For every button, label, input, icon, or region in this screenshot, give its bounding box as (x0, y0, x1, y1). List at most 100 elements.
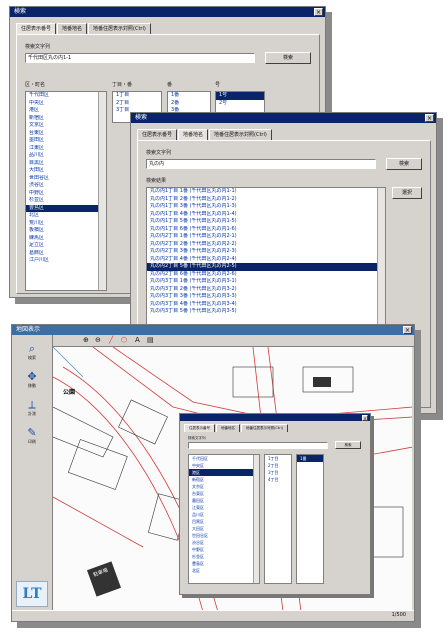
list-item[interactable]: 丸の内1丁目 1番 (千代田区丸の内1-1) (147, 188, 385, 196)
results-list[interactable]: 丸の内1丁目 1番 (千代田区丸の内1-1) 丸の内1丁目 2番 (千代田区丸の内… (146, 187, 386, 327)
list-item[interactable]: 2丁目 (265, 462, 291, 469)
list-item[interactable]: 1番 (168, 92, 210, 100)
search-button[interactable]: 検索 (265, 52, 311, 64)
search-input[interactable]: 丸の内 (146, 159, 376, 169)
zoom-in-icon[interactable]: ⊕ (83, 336, 89, 344)
list-item[interactable]: 葛飾区 (26, 250, 106, 258)
list-item[interactable]: 丸の内1丁目 2番 (千代田区丸の内1-2) (147, 196, 385, 204)
list-item[interactable]: 1丁目 (265, 455, 291, 462)
list-item[interactable]: 目黒区 (26, 160, 106, 168)
list-item[interactable]: 丸の内3丁目 4番 (千代田区丸の内3-4) (147, 301, 385, 309)
list-item[interactable]: 板橋区 (26, 227, 106, 235)
list-item[interactable]: 2丁目 (113, 100, 161, 108)
scrollbar[interactable] (98, 92, 106, 290)
list-item[interactable]: 新宿区 (189, 476, 259, 483)
tool-button[interactable]: ✎ 印刷 (18, 427, 46, 449)
ban-list[interactable]: 1番 (296, 454, 324, 584)
list-item[interactable]: 丸の内1丁目 4番 (千代田区丸の内1-4) (147, 211, 385, 219)
list-item[interactable]: 3丁目 (265, 469, 291, 476)
tab-address-number[interactable]: 住居表示番号 (137, 129, 178, 140)
scrollbar[interactable] (377, 188, 385, 326)
close-icon[interactable]: × (314, 8, 323, 16)
list-item[interactable]: 北区 (26, 212, 106, 220)
list-item[interactable]: 丸の内2丁目 6番 (千代田区丸の内2-6) (147, 271, 385, 279)
list-item[interactable]: 渋谷区 (189, 539, 259, 546)
list-item[interactable]: 2号 (216, 100, 264, 108)
list-item[interactable]: 4丁目 (265, 476, 291, 483)
text-tool-icon[interactable]: A (135, 336, 140, 344)
tab-lot-address-map[interactable]: 地番住居表示対照(Ctrl) (88, 23, 151, 34)
list-item[interactable]: 港区 (26, 107, 106, 115)
list-item[interactable]: 丸の内1丁目 5番 (千代田区丸の内1-5) (147, 218, 385, 226)
list-item[interactable]: 世田谷区 (26, 175, 106, 183)
list-item[interactable]: 豊島区 (189, 560, 259, 567)
list-item[interactable]: 品川区 (26, 152, 106, 160)
tab-lot-name[interactable]: 地番地名 (216, 424, 240, 432)
list-item[interactable]: 墨田区 (26, 137, 106, 145)
list-item[interactable]: 2番 (168, 100, 210, 108)
list-item[interactable]: 荒川区 (26, 220, 106, 228)
list-item[interactable]: 丸の内3丁目 5番 (千代田区丸の内3-5) (147, 308, 385, 316)
tool-button[interactable]: ⌕ 検索 (18, 343, 46, 365)
list-item[interactable]: 丸の内3丁目 3番 (千代田区丸の内3-3) (147, 293, 385, 301)
chome-list[interactable]: 1丁目 2丁目 3丁目 4丁目 (264, 454, 292, 584)
list-item[interactable]: 杉並区 (189, 553, 259, 560)
list-item[interactable]: 品川区 (189, 511, 259, 518)
list-item[interactable]: 中野区 (189, 546, 259, 553)
list-item[interactable]: 台東区 (26, 130, 106, 138)
list-item[interactable]: 目黒区 (189, 518, 259, 525)
list-item[interactable]: 丸の内2丁目 2番 (千代田区丸の内2-2) (147, 241, 385, 249)
draw-line-icon[interactable]: ╱ (109, 336, 113, 344)
list-item[interactable]: 1号 (216, 92, 264, 100)
list-item[interactable]: 豊島区 (26, 204, 106, 212)
tab-lot-address-map[interactable]: 地番住居表示対照(Ctrl) (241, 424, 288, 432)
list-item[interactable]: 大田区 (189, 525, 259, 532)
list-item[interactable]: 丸の内2丁目 4番 (千代田区丸の内2-4) (147, 256, 385, 264)
map-canvas[interactable]: 駐車場 公園 × 住居表示番号 地番地名 地番住居表示対照(Ctrl) 検索文字… (53, 347, 412, 611)
list-item[interactable]: 北区 (189, 567, 259, 574)
list-item[interactable]: 中野区 (26, 190, 106, 198)
list-item[interactable]: 中央区 (26, 100, 106, 108)
list-item[interactable]: 千代田区 (189, 455, 259, 462)
list-item[interactable]: 丸の内2丁目 5番 (千代田区丸の内2-5) (147, 263, 385, 271)
draw-polygon-icon[interactable]: ⬡ (121, 336, 127, 344)
search-button[interactable]: 検索 (386, 158, 422, 170)
list-item[interactable]: 杉並区 (26, 197, 106, 205)
list-item[interactable]: 丸の内2丁目 3番 (千代田区丸の内2-3) (147, 248, 385, 256)
list-item[interactable]: 江東区 (189, 504, 259, 511)
list-item[interactable]: 練馬区 (26, 235, 106, 243)
scrollbar[interactable] (253, 455, 259, 583)
search-input[interactable]: 千代田区丸の内1-1 (25, 53, 255, 63)
list-item[interactable]: 文京区 (26, 122, 106, 130)
list-item[interactable]: 千代田区 (26, 92, 106, 100)
tab-address-number[interactable]: 住居表示番号 (184, 424, 215, 432)
search-button[interactable]: 検索 (335, 441, 361, 449)
list-item[interactable]: 江東区 (26, 145, 106, 153)
list-item[interactable]: 丸の内3丁目 2番 (千代田区丸の内3-2) (147, 286, 385, 294)
list-item[interactable]: 丸の内1丁目 6番 (千代田区丸の内1-6) (147, 226, 385, 234)
list-item[interactable]: 中央区 (189, 462, 259, 469)
zoom-out-icon[interactable]: ⊖ (95, 336, 101, 344)
list-item[interactable]: 新宿区 (26, 115, 106, 123)
list-item[interactable]: 足立区 (26, 242, 106, 250)
list-item[interactable]: 大田区 (26, 167, 106, 175)
tool-button[interactable]: ✥ 移動 (18, 371, 46, 393)
search-input[interactable] (188, 442, 328, 449)
list-item[interactable]: 江戸川区 (26, 257, 106, 265)
list-item[interactable]: 世田谷区 (189, 532, 259, 539)
ward-list[interactable]: 千代田区 中央区 港区 新宿区 文京区 台東区 墨田区 江東区 品川区 目黒区 大田区 世田谷区 渋谷区… (25, 91, 107, 291)
list-item[interactable]: 港区 (189, 469, 259, 476)
list-item[interactable]: 丸の内1丁目 3番 (千代田区丸の内1-3) (147, 203, 385, 211)
close-icon[interactable]: × (362, 415, 368, 421)
list-item[interactable]: 1丁目 (113, 92, 161, 100)
list-item[interactable]: 1番 (297, 455, 323, 462)
list-item[interactable]: 文京区 (189, 483, 259, 490)
tab-lot-address-map[interactable]: 地番住居表示対照(Ctrl) (209, 129, 272, 140)
ward-list[interactable]: 千代田区 中央区 港区 新宿区 文京区 台東区 墨田区 江東区 品川区 目黒区 大田区 世田谷区 渋谷区… (188, 454, 260, 584)
tab-lot-name[interactable]: 地番地名 (57, 23, 88, 34)
list-item[interactable]: 台東区 (189, 490, 259, 497)
list-item[interactable]: 墨田区 (189, 497, 259, 504)
list-item[interactable]: 渋谷区 (26, 182, 106, 190)
layer-icon[interactable]: ▤ (147, 336, 154, 344)
tool-button[interactable]: ⟂ 計測 (18, 399, 46, 421)
